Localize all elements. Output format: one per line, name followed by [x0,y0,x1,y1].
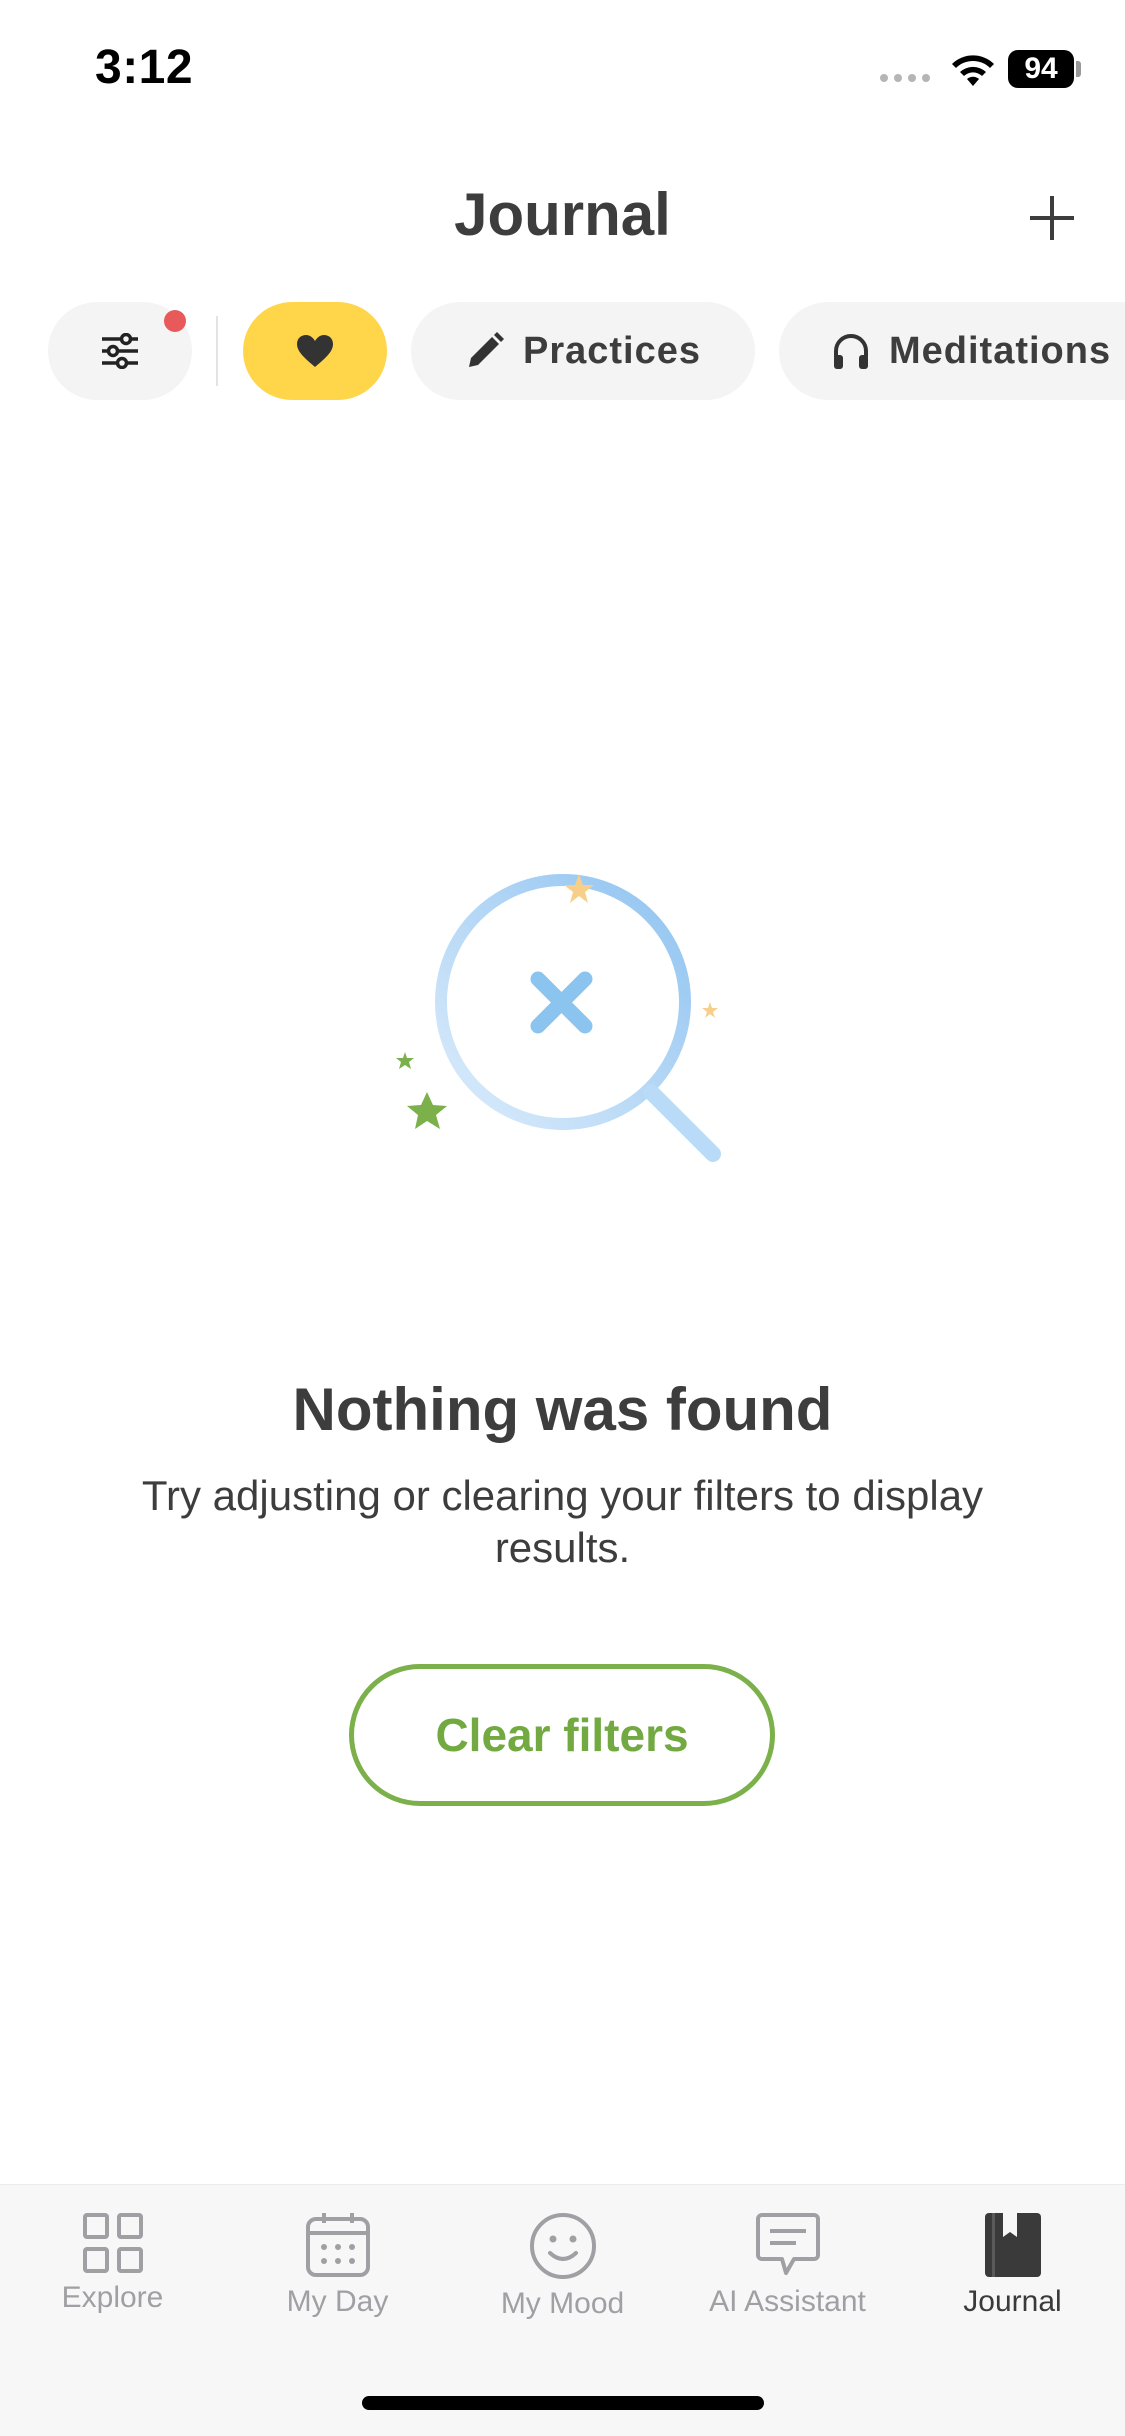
status-time: 3:12 [95,41,194,94]
add-entry-button[interactable] [1022,188,1082,248]
favorites-chip[interactable] [243,302,387,400]
tab-my-day-label: My Day [286,2285,389,2318]
journal-screen: 3:12 94 Journal Practices Meditations No… [0,0,1125,2436]
tab-journal[interactable]: Journal [900,2211,1125,2341]
tab-ai-assistant-label: AI Assistant [709,2285,866,2318]
battery-tip [1076,61,1081,77]
no-results-magnifier-illustration [396,874,721,1162]
chip-meditations[interactable]: Meditations [779,302,1125,400]
heart-icon [297,335,333,367]
tab-journal-label: Journal [963,2285,1062,2318]
home-indicator [362,2396,764,2410]
tab-my-mood-label: My Mood [500,2287,625,2320]
tab-ai-assistant[interactable]: AI Assistant [675,2211,900,2341]
chip-practices[interactable]: Practices [411,302,755,400]
empty-state-message: Try adjusting or clearing your filters t… [141,1472,984,1571]
chip-divider [216,316,218,386]
sliders-icon [102,333,138,369]
filter-chip-row: Practices Meditations [0,302,1125,400]
tab-explore[interactable]: Explore [0,2211,225,2341]
pencil-icon [468,332,504,367]
chip-practices-label: Practices [522,329,701,372]
clear-filters-button[interactable]: Clear filters [349,1664,775,1806]
cellular-signal-icon [880,74,930,82]
smiley-icon [529,2213,596,2279]
grid-icon [82,2213,143,2273]
battery-indicator: 94 [1008,50,1074,88]
tab-my-mood[interactable]: My Mood [450,2211,675,2341]
status-bar: 3:12 94 [0,0,1125,140]
tab-my-day[interactable]: My Day [225,2211,450,2341]
calendar-icon [305,2213,370,2277]
headphones-icon [834,334,868,369]
tab-explore-label: Explore [61,2281,164,2314]
plus-icon [1030,196,1074,240]
page-title: Journal [454,181,671,248]
active-filters-dot [164,310,186,332]
chip-meditations-label: Meditations [889,329,1112,372]
wifi-icon [952,55,994,86]
empty-state-title: Nothing was found [292,1376,833,1443]
chat-icon [755,2213,820,2275]
journal-icon [984,2213,1041,2277]
